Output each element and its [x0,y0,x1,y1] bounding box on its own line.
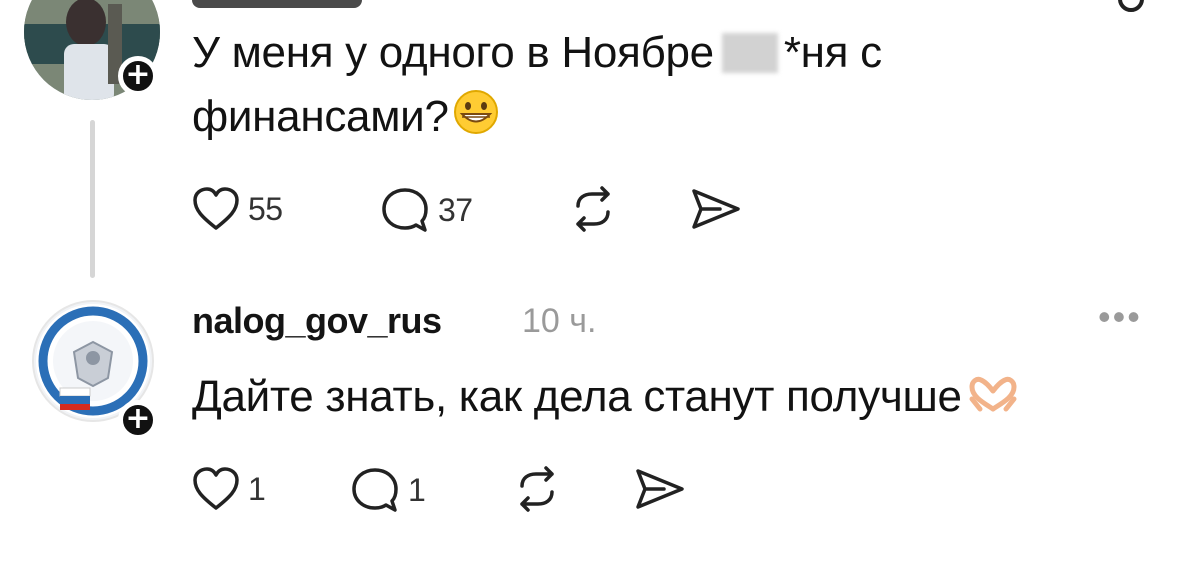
send-icon [692,189,740,229]
post-text: Дайте знать, как дела станут получше [192,366,1020,432]
like-button[interactable]: 55 [192,186,283,232]
timestamp: 10 ч. [522,302,597,340]
post-text-segment: *ня с [783,28,882,77]
like-count: 1 [248,470,266,507]
comment-bubble-icon [352,468,398,512]
share-button[interactable] [634,466,686,512]
like-button[interactable]: 1 [192,466,266,512]
thread-line [90,120,95,278]
comment-button[interactable]: 1 [350,466,426,514]
repost-icon [520,466,554,512]
more-options-icon[interactable] [1118,0,1144,12]
heart-icon [193,467,239,510]
comment-count: 1 [408,471,426,508]
more-options-icon[interactable]: ••• [1098,296,1142,338]
grinning-face-emoji-icon [453,89,499,152]
post-text-segment: финансами? [192,92,449,141]
send-icon [636,469,684,509]
comment-bubble-icon [382,188,428,232]
comment-button[interactable]: 37 [380,186,473,234]
follow-plus-button[interactable]: + [118,400,158,440]
heart-hands-emoji-icon [966,370,1020,432]
repost-button[interactable] [568,186,618,232]
repost-icon [576,186,610,232]
follow-plus-button[interactable]: + [118,56,158,96]
cropped-username [192,0,362,8]
post-text-line2: финансами? [192,86,499,152]
post-text-segment: Дайте знать, как дела станут получше [192,372,962,421]
post-text-line1: У меня у одного в Ноябре *ня с [192,22,882,84]
heart-icon [193,187,239,230]
repost-button[interactable] [512,466,562,512]
username[interactable]: nalog_gov_rus [192,300,442,342]
post-text-segment: У меня у одного в Ноябре [192,28,714,77]
censored-word-blur [721,33,778,73]
comment-count: 37 [438,191,473,228]
share-button[interactable] [690,186,742,232]
like-count: 55 [248,190,283,227]
